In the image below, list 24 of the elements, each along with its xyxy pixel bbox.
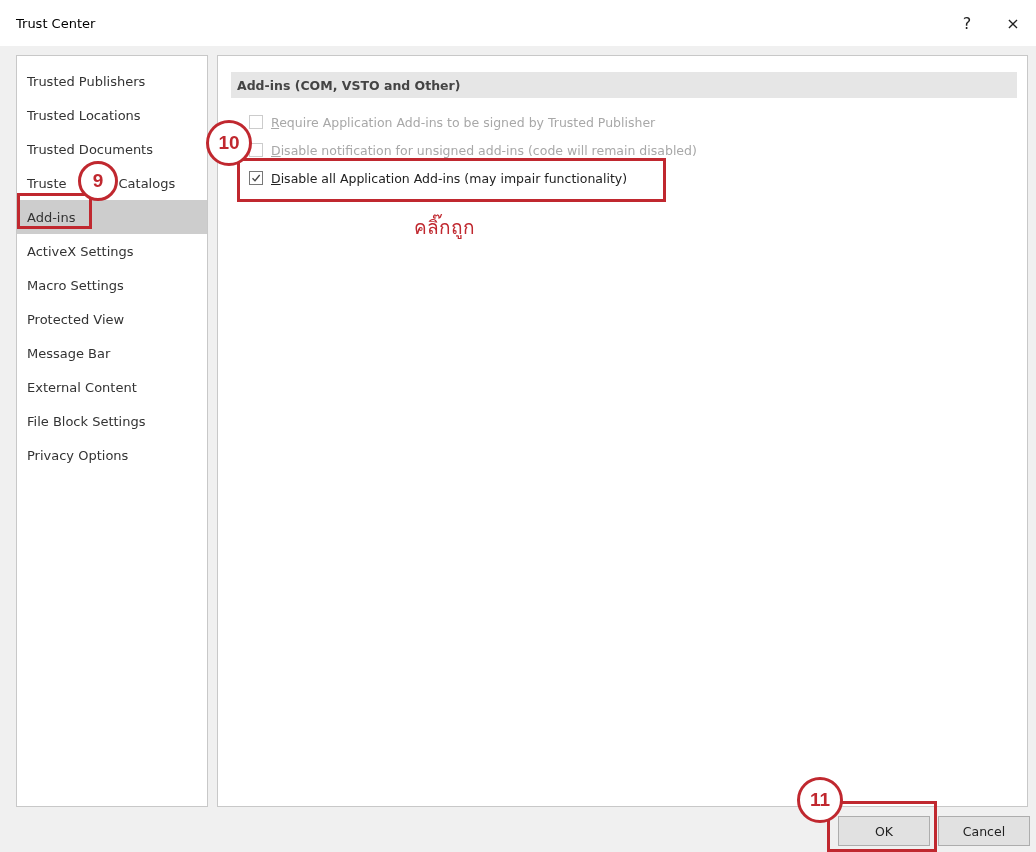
cancel-button[interactable]: Cancel	[938, 816, 1030, 846]
sidebar-item[interactable]: Macro Settings	[17, 268, 207, 302]
ok-button[interactable]: OK	[838, 816, 930, 846]
window-title: Trust Center	[16, 15, 97, 31]
sidebar-item-label[interactable]: Truste	[27, 175, 67, 191]
close-button[interactable]: ×	[990, 0, 1036, 46]
instruction-note: คลิ๊กถูก	[414, 213, 475, 241]
option-label: Disable notification for unsigned add-ins (code will remain disabled)	[271, 142, 697, 158]
sidebar-item[interactable]: Privacy Options	[17, 438, 207, 472]
sidebar-item[interactable]: ActiveX Settings	[17, 234, 207, 268]
sidebar-item-label[interactable]: Catalogs	[118, 175, 176, 191]
help-button[interactable]: ?	[944, 0, 990, 46]
section-heading: Add-ins (COM, VSTO and Other)	[231, 72, 1017, 98]
sidebar-item[interactable]: Add-ins	[17, 200, 207, 234]
sidebar-item[interactable]: File Block Settings	[17, 404, 207, 438]
sidebar-item[interactable]: Message Bar	[17, 336, 207, 370]
option-label: Disable all Application Add-ins (may impair functionality)	[271, 170, 628, 186]
checkbox[interactable]	[249, 171, 263, 185]
check-icon	[251, 173, 261, 183]
sidebar-item[interactable]: Trusted Publishers	[17, 64, 207, 98]
sidebar-item[interactable]: Protected View	[17, 302, 207, 336]
option-label: Require Application Add-ins to be signed by Trusted Publisher	[271, 114, 656, 130]
sidebar-item[interactable]: Trusted Locations	[17, 98, 207, 132]
sidebar-item[interactable]: External Content	[17, 370, 207, 404]
